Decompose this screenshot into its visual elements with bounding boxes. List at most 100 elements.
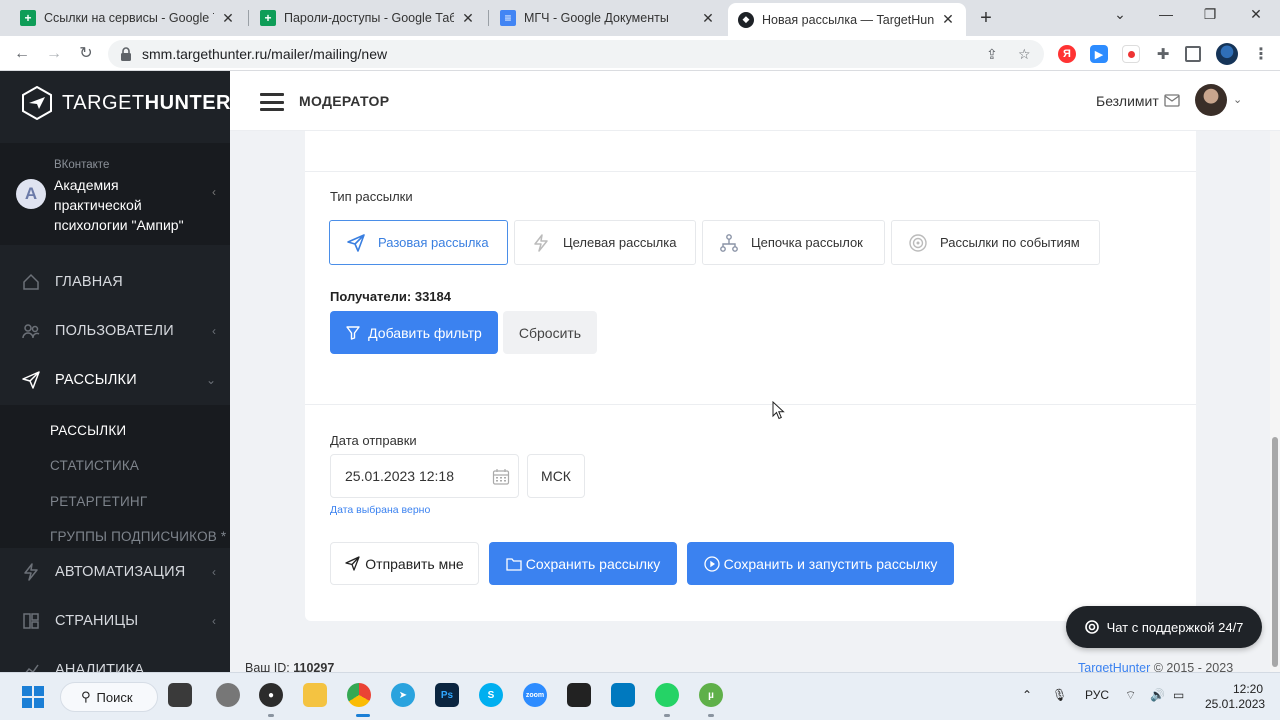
minimize-icon[interactable]: — xyxy=(1151,6,1181,22)
wifi-icon[interactable]: ⌔ xyxy=(1125,688,1136,703)
type-targeted-button[interactable]: Целевая рассылка xyxy=(514,220,696,265)
extensions-puzzle-icon[interactable]: ✚ xyxy=(1154,45,1172,63)
timezone-select[interactable]: МСК xyxy=(527,454,585,498)
battery-icon[interactable]: ▭ xyxy=(1173,688,1184,702)
type-events-button[interactable]: Рассылки по событиям xyxy=(891,220,1100,265)
bookmark-star-icon[interactable]: ☆ xyxy=(1018,46,1031,63)
brand-name: TARGETHUNTER xyxy=(62,91,230,114)
video-editor-icon[interactable] xyxy=(567,683,591,707)
chevron-down-icon[interactable]: ⌄ xyxy=(1233,93,1242,106)
search-icon: ⚲ xyxy=(81,689,91,704)
sidebar-item-pages[interactable]: СТРАНИЦЫ ‹ xyxy=(0,601,230,641)
close-window-icon[interactable]: ✕ xyxy=(1241,6,1271,23)
google-sheets-icon: + xyxy=(20,10,36,26)
obs-icon[interactable]: ● xyxy=(259,683,283,707)
taskbar-search[interactable]: ⚲ Поиск xyxy=(60,682,158,712)
reset-button[interactable]: Сбросить xyxy=(503,311,597,354)
send-icon xyxy=(347,233,365,252)
add-filter-button[interactable]: Добавить фильтр xyxy=(330,311,498,354)
main-content: Тип рассылки Разовая рассылка Целевая ра… xyxy=(230,131,1270,672)
zoom-icon[interactable]: zoom xyxy=(523,683,547,707)
mailings-submenu: РАССЫЛКИ СТАТИСТИКА РЕТАРГЕТИНГ ГРУППЫ П… xyxy=(0,405,230,548)
record-extension-icon[interactable] xyxy=(1122,45,1140,63)
sidebar-item-home[interactable]: ГЛАВНАЯ xyxy=(0,262,230,302)
reload-icon[interactable]: ↻ xyxy=(75,43,97,65)
skype-icon[interactable]: S xyxy=(479,683,503,707)
scrollbar-thumb[interactable] xyxy=(1272,437,1278,667)
plan-label[interactable]: Безлимит xyxy=(1096,93,1159,109)
task-view-icon[interactable] xyxy=(168,683,192,707)
sidebar-item-mailings[interactable]: РАССЫЛКИ ⌄ xyxy=(0,360,230,400)
recipients-count: Получатели: 33184 xyxy=(330,289,451,304)
analytics-icon xyxy=(25,664,39,672)
users-icon xyxy=(22,324,40,339)
save-mailing-button[interactable]: Сохранить рассылку xyxy=(489,542,677,585)
file-explorer-icon[interactable] xyxy=(303,683,327,707)
date-valid-hint: Дата выбрана верно xyxy=(330,504,431,516)
close-icon[interactable]: ✕ xyxy=(460,10,476,27)
chrome-icon[interactable] xyxy=(347,683,371,707)
language-indicator[interactable]: РУС xyxy=(1085,688,1109,702)
whatsapp-icon[interactable] xyxy=(655,683,679,707)
new-tab-button[interactable]: + xyxy=(974,6,998,30)
windows-start-icon[interactable] xyxy=(22,686,44,708)
forward-icon[interactable]: → xyxy=(43,43,65,65)
account-name: Академия практической психологии "Ампир" xyxy=(54,177,184,233)
telegram-icon[interactable]: ➤ xyxy=(391,683,415,707)
send-icon xyxy=(22,371,40,389)
save-and-run-button[interactable]: Сохранить и запустить рассылку xyxy=(687,542,954,585)
user-avatar[interactable] xyxy=(1195,84,1227,116)
url-field[interactable]: smm.targethunter.ru/mailer/mailing/new ⇪… xyxy=(108,40,1044,68)
send-date-input[interactable]: 25.01.2023 12:18 xyxy=(330,454,519,498)
browser-address-bar: ← → ↻ smm.targethunter.ru/mailer/mailing… xyxy=(0,36,1280,71)
logo[interactable]: TARGETHUNTER xyxy=(20,85,230,121)
hamburger-menu-icon[interactable] xyxy=(260,93,284,111)
calendar-icon[interactable] xyxy=(492,468,510,486)
events-icon xyxy=(909,233,927,252)
browser-tab-1[interactable]: + Ссылки на сервисы - Google Табл ✕ xyxy=(10,3,246,33)
tab-separator xyxy=(248,10,249,26)
close-icon[interactable]: ✕ xyxy=(940,11,956,28)
close-icon[interactable]: ✕ xyxy=(220,10,236,27)
play-circle-icon xyxy=(703,555,720,572)
sidebar-item-automation[interactable]: АВТОМАТИЗАЦИЯ ‹ xyxy=(0,552,230,592)
type-one-time-button[interactable]: Разовая рассылка xyxy=(329,220,508,265)
browser-tab-4[interactable]: ◆ Новая рассылка — TargetHunter ✕ xyxy=(728,3,966,36)
photoshop-icon[interactable]: Ps xyxy=(435,683,459,707)
support-chat-button[interactable]: Чат с поддержкой 24/7 xyxy=(1066,606,1262,648)
share-icon[interactable]: ⇪ xyxy=(986,46,998,63)
profile-avatar[interactable] xyxy=(1216,43,1238,65)
submenu-item-statistics[interactable]: СТАТИСТИКА xyxy=(50,458,139,473)
microphone-icon[interactable]: 🎙 xyxy=(1052,688,1067,702)
folder-icon xyxy=(506,557,522,571)
browser-menu-icon[interactable]: ⋮ xyxy=(1252,45,1270,63)
edge-icon[interactable] xyxy=(216,683,240,707)
mail-icon[interactable] xyxy=(1164,94,1180,108)
system-clock[interactable]: 12:20 25.01.2023 xyxy=(1205,682,1265,712)
submenu-item-subscriber-groups[interactable]: ГРУППЫ ПОДПИСЧИКОВ * xyxy=(50,529,226,544)
sidebar-item-users[interactable]: ПОЛЬЗОВАТЕЛИ ‹ xyxy=(0,311,230,351)
page-scrollbar[interactable] xyxy=(1270,131,1280,672)
submenu-item-mailings[interactable]: РАССЫЛКИ xyxy=(50,423,126,438)
send-to-me-button[interactable]: Отправить мне xyxy=(330,542,479,585)
browser-tab-2[interactable]: + Пароли-доступы - Google Табли ✕ xyxy=(250,3,486,33)
browser-tab-bar: + Ссылки на сервисы - Google Табл ✕ + Па… xyxy=(0,0,1280,36)
windows-taskbar: ⚲ Поиск ● ➤ Ps S zoom µ ⌃ 🎙 РУС ⌔ 🔊 ▭ 12:… xyxy=(0,672,1280,720)
sidebar-item-analytics[interactable]: АНАЛИТИКА xyxy=(0,650,230,672)
back-icon[interactable]: ← xyxy=(11,43,33,65)
trello-icon[interactable] xyxy=(611,683,635,707)
type-chain-button[interactable]: Цепочка рассылок xyxy=(702,220,885,265)
yandex-extension-icon[interactable]: Я xyxy=(1058,45,1076,63)
chevron-down-icon[interactable]: ⌄ xyxy=(1105,6,1135,23)
chevron-up-icon[interactable]: ⌃ xyxy=(1022,688,1032,702)
side-panel-icon[interactable] xyxy=(1185,46,1201,62)
submenu-item-retargeting[interactable]: РЕТАРГЕТИНГ xyxy=(50,494,147,509)
browser-tab-3[interactable]: ≡ МГЧ - Google Документы ✕ xyxy=(490,3,726,33)
account-switcher[interactable]: А ВКонтакте Академия практической психол… xyxy=(0,143,230,245)
chevron-left-icon: ‹ xyxy=(212,324,216,338)
restore-icon[interactable]: ❐ xyxy=(1195,6,1225,23)
close-icon[interactable]: ✕ xyxy=(700,10,716,27)
utorrent-icon[interactable]: µ xyxy=(699,683,723,707)
zoom-extension-icon[interactable]: ▶ xyxy=(1090,45,1108,63)
volume-icon[interactable]: 🔊 xyxy=(1150,688,1165,702)
